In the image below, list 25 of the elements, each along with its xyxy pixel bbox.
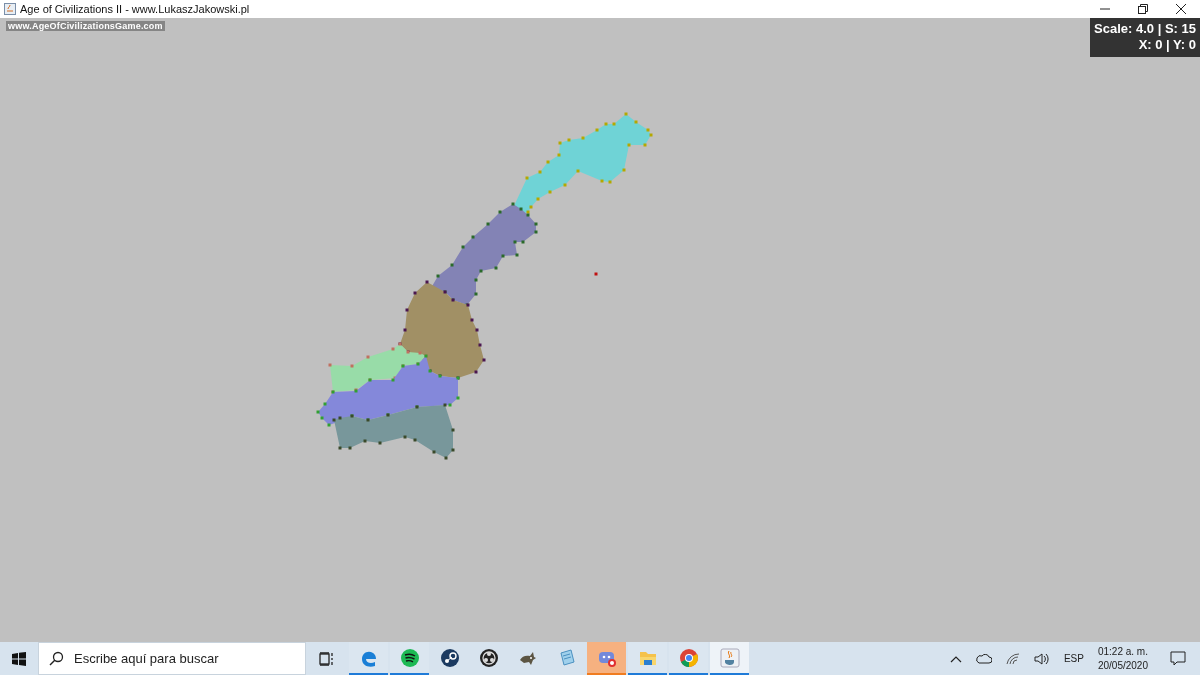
clock[interactable]: 01:22 a. m. 20/05/2020 [1097, 644, 1148, 673]
notification-icon[interactable] [1170, 651, 1186, 666]
taskbar-app-button[interactable] [390, 642, 429, 675]
windows-logo-icon [12, 651, 26, 666]
browser-circle-icon [678, 647, 699, 668]
task-view-icon [319, 651, 335, 666]
info-text: Scale: 4.0 | S: 15 [1094, 21, 1196, 37]
speaker-icon[interactable] [1033, 652, 1050, 665]
record-circle-icon [478, 647, 499, 668]
app-icon [4, 3, 16, 15]
watermark-text: www.AgeOfCivilizationsGame.com [6, 21, 165, 31]
sound-waves-circle-icon [399, 647, 420, 668]
search-icon [49, 651, 64, 666]
cup-icon [719, 647, 740, 668]
cloud-icon[interactable] [975, 653, 992, 664]
close-icon [1176, 4, 1186, 14]
wifi-icon[interactable] [1005, 652, 1020, 665]
steam-wheel-icon [439, 647, 460, 668]
restore-icon [1138, 4, 1148, 14]
window-title: Age of Civilizations II - www.LukaszJakowski.pl [20, 3, 250, 15]
chevron-up-icon[interactable] [949, 654, 962, 663]
language-indicator[interactable]: ESP [1063, 653, 1084, 664]
info-text: X: 0 | Y: 0 [1138, 37, 1196, 53]
search-field[interactable]: Escribe aquí para buscar [38, 642, 306, 675]
search-input[interactable]: Escribe aquí para buscar [72, 650, 296, 667]
